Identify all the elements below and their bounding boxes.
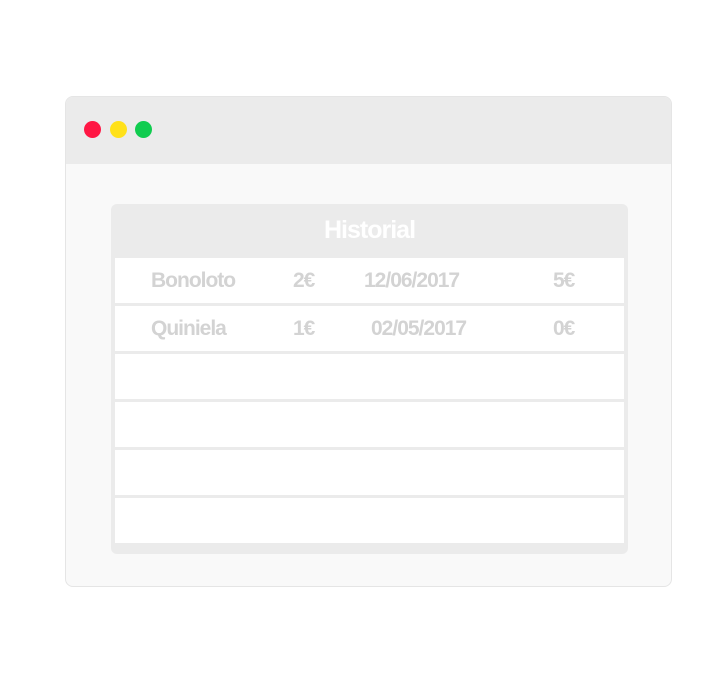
game-name: Quiniela — [151, 317, 227, 340]
bet-amount: 1€ — [293, 317, 315, 340]
window-titlebar — [66, 97, 671, 164]
minimize-window-button[interactable] — [110, 121, 127, 138]
win-amount: 0€ — [553, 317, 575, 340]
maximize-window-button[interactable] — [135, 121, 152, 138]
history-row-empty — [115, 450, 624, 495]
browser-window: Historial Bonoloto 2€ 12/06/2017 5€ Quin… — [65, 96, 672, 587]
game-name: Bonoloto — [151, 269, 236, 292]
bet-date: 02/05/2017 — [371, 317, 467, 340]
bet-date: 12/06/2017 — [364, 269, 460, 292]
history-list: Bonoloto 2€ 12/06/2017 5€ Quiniela 1€ 02… — [115, 258, 624, 546]
history-row-empty — [115, 354, 624, 399]
bet-amount: 2€ — [293, 269, 315, 292]
win-amount: 5€ — [553, 269, 575, 292]
history-title: Historial — [323, 216, 416, 244]
history-row-empty — [115, 402, 624, 447]
history-row[interactable]: Quiniela 1€ 02/05/2017 0€ — [115, 306, 624, 351]
close-window-button[interactable] — [84, 121, 101, 138]
history-row-empty — [115, 498, 624, 543]
history-row[interactable]: Bonoloto 2€ 12/06/2017 5€ — [115, 258, 624, 303]
history-panel: Historial Bonoloto 2€ 12/06/2017 5€ Quin… — [111, 204, 628, 554]
